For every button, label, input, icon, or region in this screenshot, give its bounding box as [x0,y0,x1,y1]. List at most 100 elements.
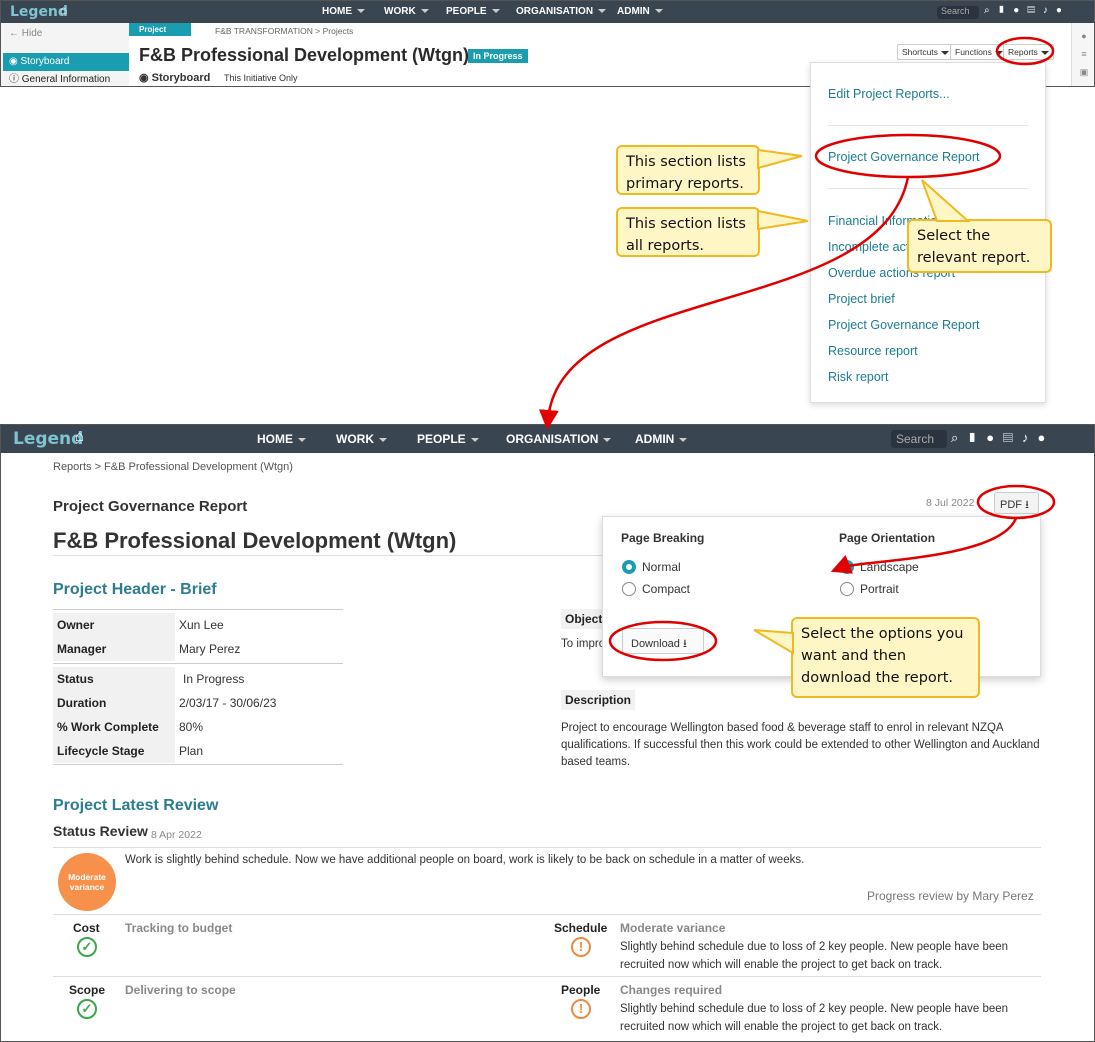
work-complete-value: 80% [179,720,204,734]
nav-people[interactable]: PEOPLE [417,432,479,446]
shortcuts-button[interactable]: Shortcuts [897,44,954,60]
legend-logo[interactable]: Legend [13,429,83,449]
chat-icon[interactable]: ● [1013,5,1027,16]
menu-item-primary-governance-report[interactable]: Project Governance Report [828,150,979,164]
nav-admin[interactable]: ADMIN [617,6,663,17]
nav-people[interactable]: PEOPLE [446,6,500,17]
nav-work[interactable]: WORK [384,6,429,17]
status-key: Status [53,667,175,691]
nav-work[interactable]: WORK [336,432,387,446]
callout-text: This section lists all reports. [626,216,746,254]
menu-item-resource-report[interactable]: Resource report [828,344,918,358]
sidebar-item-general-information[interactable]: ⓘ General Information [3,71,129,86]
home-icon[interactable]: ⌂ [75,428,84,445]
report-type-heading: Project Governance Report [53,498,248,515]
chevron-down-icon [598,9,607,14]
status-review-heading: Status Review [53,823,148,839]
functions-button[interactable]: Functions [950,44,1008,60]
nav-admin[interactable]: ADMIN [635,432,688,446]
reports-label: Reports [1008,47,1038,57]
nav-work-label: WORK [336,432,374,446]
user-icon[interactable]: ● [1037,430,1054,445]
divider [53,609,343,610]
nav-home[interactable]: HOME [257,432,306,446]
bell-icon[interactable]: ♪ [1043,5,1056,16]
chevron-down-icon [603,437,612,442]
schedule-label: Schedule [554,921,608,935]
info-icon: ⓘ [9,74,19,85]
manager-key: Manager [53,637,175,661]
chevron-down-icon [470,437,479,442]
bookmark-icon[interactable]: ▮ [967,430,986,445]
menu-divider [828,188,1028,189]
search-input[interactable]: Search [937,6,979,19]
radio-compact[interactable] [622,582,636,596]
description-label: Description [561,690,636,710]
sidebar-item-storyboard[interactable]: ◉ Storyboard [3,53,129,71]
callout-text: Select the relevant report. [917,228,1031,266]
menu-item-risk-report[interactable]: Risk report [828,370,888,384]
list-icon[interactable]: ≡ [1072,49,1094,59]
search-icon[interactable]: ⌕ [984,5,998,16]
project-tag: Project [129,23,191,36]
owner-key: Owner [53,613,175,637]
scope-label: Scope [69,983,106,997]
breadcrumb[interactable]: Reports > F&B Professional Development (… [53,461,293,473]
search-input[interactable]: Search [891,430,947,448]
download-button[interactable]: Download ⭳ [622,628,704,654]
chevron-down-icon [298,437,306,442]
people-label: People [561,983,601,997]
home-icon[interactable]: ⌂ [60,3,67,17]
document-icon[interactable]: ▤ [1003,430,1022,445]
table-row: Status In Progress [53,667,343,691]
lifecycle-key: Lifecycle Stage [53,739,175,763]
cost-status: Tracking to budget [125,921,233,935]
menu-divider [828,125,1028,126]
chat-icon[interactable]: ● [1072,31,1094,41]
report-date: 8 Jul 2022 [926,497,975,509]
owner-value: Xun Lee [179,618,224,632]
user-icon[interactable]: ● [1056,5,1070,16]
lock-icon[interactable]: ▣ [1072,67,1094,78]
divider [53,663,343,664]
check-icon: ✓ [77,937,97,957]
chevron-down-icon [379,437,387,442]
pdf-button[interactable]: PDF ⭳ [994,492,1039,514]
document-icon[interactable]: ▤ [1027,5,1043,16]
menu-item-governance-report[interactable]: Project Governance Report [828,318,979,332]
nav-organisation-label: ORGANISATION [506,432,599,446]
radio-portrait[interactable] [840,582,854,596]
chat-icon[interactable]: ● [986,430,1003,445]
search-icon[interactable]: ⌕ [951,430,967,445]
toolbar-icons: ⌕▮●▤♪● [984,5,1070,16]
nav-organisation[interactable]: ORGANISATION [506,432,612,446]
breadcrumb[interactable]: F&B TRANSFORMATION > Projects [215,26,353,36]
schedule-detail: Slightly behind schedule due to loss of … [620,941,1009,971]
check-icon: ✓ [77,999,97,1019]
work-complete-key: % Work Complete [53,715,175,739]
menu-item-project-brief[interactable]: Project brief [828,292,895,306]
nav-home[interactable]: HOME [322,6,365,17]
scope-status: Delivering to scope [125,983,236,997]
project-status-table: Status In Progress Duration 2/03/17 - 30/0… [53,667,343,763]
objective-text: To impro [561,638,606,650]
nav-organisation[interactable]: ORGANISATION [516,6,607,17]
nav-people-label: PEOPLE [417,432,466,446]
people-status: Changes required [620,983,723,997]
hide-label: Hide [21,28,43,39]
menu-item-edit-project-reports[interactable]: Edit Project Reports... [828,87,950,101]
right-rail: ● ≡ ▣ [1071,23,1094,86]
reports-button[interactable]: Reports [1003,44,1054,60]
divider [53,976,1041,977]
radio-landscape[interactable] [840,560,854,574]
callout-select-report: Select the relevant report. [907,219,1052,273]
radio-normal[interactable] [622,560,636,574]
scope-label: This Initiative Only [224,73,298,83]
hide-sidebar-link[interactable]: ← Hide [9,28,42,39]
toolbar-icons: ⌕▮●▤♪● [951,430,1054,446]
radio-landscape-label: Landscape [860,560,919,574]
callout-primary-reports: This section lists primary reports. [616,145,760,195]
bell-icon[interactable]: ♪ [1022,430,1038,445]
chevron-down-icon [491,9,500,14]
bookmark-icon[interactable]: ▮ [998,5,1014,16]
